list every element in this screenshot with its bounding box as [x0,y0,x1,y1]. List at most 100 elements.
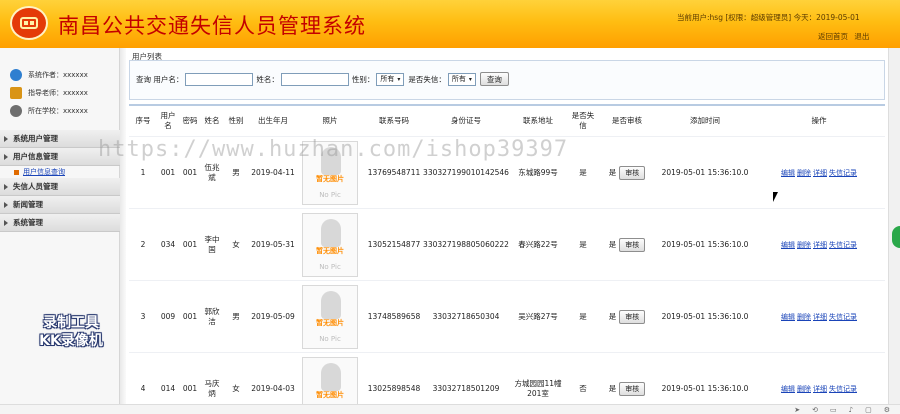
question-mark-icon [321,218,341,247]
audit-button[interactable]: 审核 [619,165,646,180]
audit-button[interactable]: 审核 [619,381,646,396]
delete-link[interactable]: 删除 [797,168,811,178]
cell-gender: 男 [232,311,240,321]
cell-ops: 编辑 删除 详细 失信记录 [753,281,885,352]
column-header-birth: 出生年月 [258,116,288,125]
column-header-gender: 性别 [228,116,244,125]
logout-link[interactable]: 退出 [854,32,869,41]
cell-address: 吴兴路27号 [518,311,558,321]
info-teacher: 指导老师：xxxxxx [10,84,88,102]
nav-label: 系统管理 [13,218,43,227]
dishonest-select[interactable]: 所有 [447,72,476,86]
edit-link[interactable]: 编辑 [781,168,795,178]
no-photo-placeholder: 暂无图片 No Pic [302,140,358,205]
sidebar-nav: 系统用户管理 用户信息管理 用户信息查询 失信人员管理 新闻管理 系统管理 [0,130,120,232]
search-prefix: 查询 [136,74,151,84]
delete-link[interactable]: 删除 [797,240,811,250]
nav-label: 新闻管理 [13,200,43,209]
bottom-tray: ➤ ⟲ ▭ ♪ ▢ ⚙ [0,404,900,414]
column-header-name: 姓名 [204,116,220,125]
header-links: 返回首页 退出 [818,31,869,42]
audit-button[interactable]: 审核 [619,237,646,252]
info-school: 所在学校：xxxxxx [10,102,88,120]
nav-news[interactable]: 新闻管理 [0,196,120,214]
column-header-id_card: 身份证号 [451,116,481,125]
dishonest-record-link[interactable]: 失信记录 [829,240,857,250]
nav-dishonest-people[interactable]: 失信人员管理 [0,178,120,196]
floating-badge-icon[interactable] [892,226,900,248]
table-row: 2 034 001 李中国 女 2019-05-31 暂无图片 No Pic 130521548… [129,208,885,280]
dishonest-record-link[interactable]: 失信记录 [829,384,857,394]
search-row: 查询 用户名： 姓名： 性别： 所有 是否失信： 所有 查询 [136,72,509,86]
nav-system[interactable]: 系统管理 [0,214,120,232]
audited-value: 是 [608,383,617,393]
cell-audited: 是审核 [597,281,657,352]
display-icon[interactable]: ▭ [830,406,837,414]
dishonest-record-link[interactable]: 失信记录 [829,312,857,322]
expand-arrow-icon [4,135,8,142]
search-panel: 查询 用户名： 姓名： 性别： 所有 是否失信： 所有 查询 [129,60,885,100]
detail-link[interactable]: 详细 [813,240,827,250]
edit-link[interactable]: 编辑 [781,240,795,250]
send-icon[interactable]: ➤ [794,406,800,414]
expand-arrow-icon [4,183,8,190]
school-icon [10,105,22,117]
cell-birth: 2019-05-31 [251,239,295,249]
teacher-icon [10,87,22,99]
cell-id_card: 33032718650304 [432,311,500,321]
delete-link[interactable]: 删除 [797,384,811,394]
cell-id_card: 330327199010142546 [423,167,509,177]
dishonest-record-link[interactable]: 失信记录 [829,168,857,178]
cell-dishonest: 是 [579,311,587,321]
settings-icon[interactable]: ⚙ [884,406,890,414]
cell-added: 2019-05-01 15:36:10.0 [661,239,749,249]
column-header-audited: 是否审核 [612,116,642,125]
name-label: 姓名： [256,74,279,84]
column-header-phone: 联系号码 [379,116,409,125]
delete-link[interactable]: 删除 [797,312,811,322]
cell-password: 001 [182,311,198,321]
column-header-address: 联系地址 [523,116,553,125]
edit-link[interactable]: 编辑 [781,384,795,394]
question-mark-icon [321,146,341,175]
current-user-info: 当前用户:hsg [权限：超级管理员] 今天：2019-05-01 [677,13,860,22]
cell-phone: 13748589658 [367,311,421,321]
column-header-added: 添加时间 [690,116,720,125]
nav-user-info-query[interactable]: 用户信息查询 [0,166,120,178]
cell-phone: 13769548711 [367,167,421,177]
expand-arrow-icon [4,153,8,160]
nav-user-info[interactable]: 用户信息管理 [0,148,120,166]
no-photo-text-en: No Pic [319,262,341,271]
audited-value: 是 [608,239,617,249]
edit-link[interactable]: 编辑 [781,312,795,322]
detail-link[interactable]: 详细 [813,312,827,322]
cell-dishonest: 是 [579,239,587,249]
name-input[interactable] [280,72,349,86]
gender-select[interactable]: 所有 [376,72,405,86]
share-icon[interactable]: ⟲ [812,406,818,414]
nav-system-users[interactable]: 系统用户管理 [0,130,120,148]
cell-phone: 13052154877 [367,239,421,249]
home-link[interactable]: 返回首页 [818,32,848,41]
cell-name: 郭欣洁 [204,306,220,326]
cell-password: 001 [182,167,198,177]
expand-arrow-icon [4,219,8,226]
audit-button[interactable]: 审核 [619,309,646,324]
user-table: 序号 用户名 密码 姓名 性别 出生年月 照片 联系号码 身份证号 联系地址 是否失信 是否审核 添加时… [129,104,885,414]
volume-icon[interactable]: ♪ [849,406,853,414]
username-input[interactable] [185,72,254,86]
cell-username: 009 [160,311,176,321]
search-button[interactable]: 查询 [479,72,509,86]
detail-link[interactable]: 详细 [813,384,827,394]
cell-address: 东城路99号 [518,167,558,177]
cell-photo: 暂无图片 No Pic [297,137,363,208]
window-icon[interactable]: ▢ [865,406,872,414]
cell-audited: 是审核 [597,209,657,280]
nav-label: 失信人员管理 [13,182,58,191]
nav-label: 系统用户管理 [13,134,58,143]
detail-link[interactable]: 详细 [813,168,827,178]
cell-address: 春兴路22号 [518,239,558,249]
info-author-text: 系统作者：xxxxxx [28,71,88,79]
info-teacher-text: 指导老师：xxxxxx [28,89,88,97]
cell-password: 001 [182,239,198,249]
